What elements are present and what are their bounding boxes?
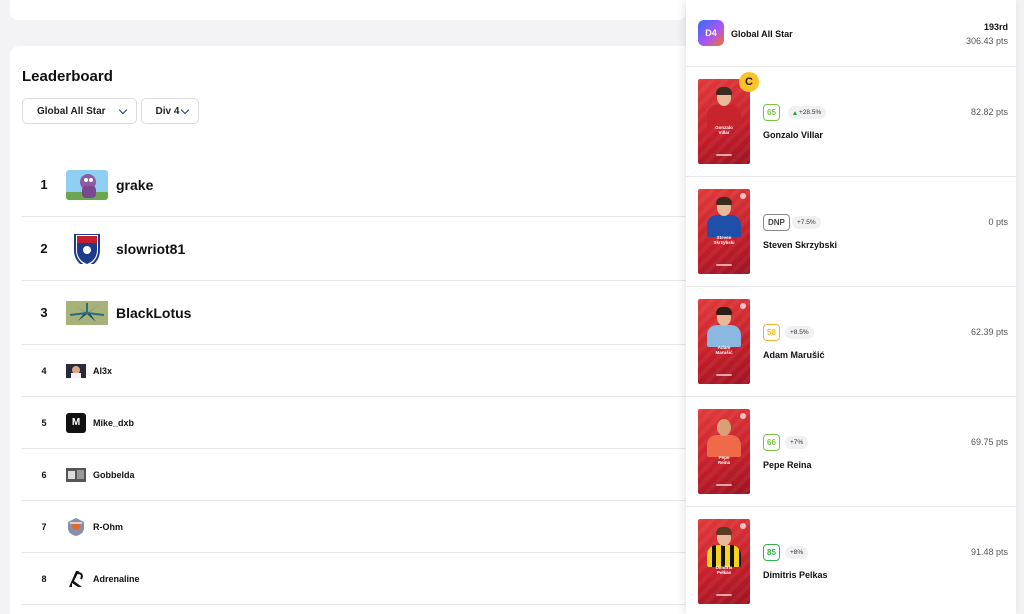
leaderboard-row[interactable]: 7 R-Ohm (22, 501, 686, 553)
leaderboard-row[interactable]: 2 slowriot81 (22, 217, 686, 281)
bonus-value: +7% (790, 439, 804, 446)
leaderboard-list: 1 grake 2 slowriot81 3 BlackLotus 4 Al3x… (22, 153, 686, 605)
avatar (66, 298, 108, 328)
player-points: 0 pts (988, 217, 1008, 227)
username: Mike_dxb (93, 417, 135, 428)
avatar (66, 233, 108, 264)
bonus-pill: +7% (785, 436, 809, 449)
avatar (66, 361, 86, 381)
bonus-value: +7.5% (797, 219, 816, 226)
rank-number: 3 (40, 305, 48, 320)
club-crest-icon (740, 523, 746, 529)
leaderboard-card: Leaderboard Global All Star Div 4 1 grak… (10, 46, 710, 614)
club-crest-icon (740, 413, 746, 419)
leaderboard-title: Leaderboard (22, 68, 113, 85)
player-score: 58 (763, 324, 780, 341)
chevron-down-icon (181, 105, 190, 114)
player-row[interactable]: Gonzalo Villar C 65 +28.5% Gonzalo Villa… (686, 67, 1016, 177)
bonus-pill: +7.5% (792, 216, 821, 229)
player-score: 66 (763, 434, 780, 451)
leaderboard-row[interactable]: 5 M Mike_dxb (22, 397, 686, 449)
competition-points: 306.43 pts (965, 36, 1008, 46)
player-points: 82.82 pts (970, 107, 1008, 117)
player-points: 91.48 pts (970, 547, 1008, 557)
competition-dropdown-label: Global All Star (37, 105, 106, 117)
top-bar (10, 0, 686, 20)
player-name: Dimitris Pelkas (763, 570, 828, 580)
avatar (66, 517, 86, 537)
rank-number: 7 (41, 521, 47, 532)
bonus-value: +8.5% (790, 329, 809, 336)
player-row[interactable]: Steven Skrzybski DNP +7.5% Steven Skrzyb… (686, 177, 1016, 287)
rank-number: 5 (41, 417, 47, 428)
competition-name: Global All Star (731, 29, 793, 39)
leaderboard-row[interactable]: 6 Gobbelda (22, 449, 686, 501)
username: slowriot81 (116, 240, 186, 257)
leaderboard-row[interactable]: 3 BlackLotus (22, 281, 686, 345)
competition-rank: 193rd (983, 22, 1008, 32)
avatar: M (66, 412, 86, 433)
bonus-pill: +28.5% (788, 106, 827, 119)
player-score: DNP (763, 214, 790, 231)
division-dropdown-label: Div 4 (155, 105, 180, 117)
division-badge-icon: D4 (698, 20, 724, 46)
player-row[interactable]: Adam Marušić 58 +8.5% Adam Marušić 62.39… (686, 287, 1016, 397)
username: R-Ohm (93, 521, 123, 532)
player-points: 62.39 pts (970, 327, 1008, 337)
player-name: Steven Skrzybski (763, 240, 838, 250)
player-name: Gonzalo Villar (763, 130, 823, 140)
club-crest-icon (740, 303, 746, 309)
competition-header[interactable]: D4 Global All Star 193rd 306.43 pts (686, 0, 1016, 67)
player-row[interactable]: Pepe Reina 66 +7% Pepe Reina 69.75 pts (686, 397, 1016, 507)
avatar (66, 169, 108, 200)
avatar (66, 465, 86, 485)
club-crest-icon (740, 193, 746, 199)
rank-number: 2 (40, 241, 48, 256)
bonus-value: +8% (790, 549, 804, 556)
arrow-up-icon (793, 110, 797, 115)
bonus-value: +28.5% (799, 109, 822, 116)
player-points: 69.75 pts (970, 437, 1008, 447)
chevron-down-icon (118, 105, 127, 114)
rank-number: 6 (41, 469, 47, 480)
player-row[interactable]: Dimitris Pelkas 85 +8% Dimitris Pelkas 9… (686, 507, 1016, 614)
card-player-name: Adam Marušić (715, 345, 733, 356)
player-card[interactable]: Pepe Reina (698, 409, 750, 494)
player-card[interactable]: Steven Skrzybski (698, 189, 750, 274)
username: Adrenaline (93, 573, 140, 584)
player-name: Pepe Reina (763, 460, 812, 470)
avatar (66, 569, 86, 589)
rank-number: 4 (41, 365, 47, 376)
leaderboard-row[interactable]: 4 Al3x (22, 345, 686, 397)
leaderboard-filters: Global All Star Div 4 (22, 98, 200, 124)
username: Gobbelda (93, 469, 135, 480)
captain-badge-icon: C (739, 72, 759, 92)
avatar-letter: M (71, 417, 81, 428)
player-name: Adam Marušić (763, 350, 825, 360)
bonus-pill: +8% (785, 546, 809, 559)
rank-number: 8 (41, 573, 47, 584)
lineup-panel: D4 Global All Star 193rd 306.43 pts Gonz… (686, 0, 1016, 614)
card-player-name: Steven Skrzybski (713, 235, 735, 246)
player-card[interactable]: Dimitris Pelkas (698, 519, 750, 604)
player-card[interactable]: Gonzalo Villar (698, 79, 750, 164)
competition-dropdown[interactable]: Global All Star (22, 98, 137, 124)
leaderboard-row[interactable]: 8 Adrenaline (22, 553, 686, 605)
card-player-name: Pepe Reina (717, 455, 731, 466)
player-score: 65 (763, 104, 780, 121)
username: BlackLotus (116, 304, 192, 321)
player-card[interactable]: Adam Marušić (698, 299, 750, 384)
bonus-pill: +8.5% (785, 326, 814, 339)
player-score: 85 (763, 544, 780, 561)
division-dropdown[interactable]: Div 4 (140, 98, 200, 124)
username: grake (116, 176, 154, 193)
username: Al3x (93, 365, 113, 376)
rank-number: 1 (40, 177, 48, 192)
card-player-name: Dimitris Pelkas (715, 565, 733, 576)
card-player-name: Gonzalo Villar (715, 125, 733, 136)
leaderboard-row[interactable]: 1 grake (22, 153, 686, 217)
